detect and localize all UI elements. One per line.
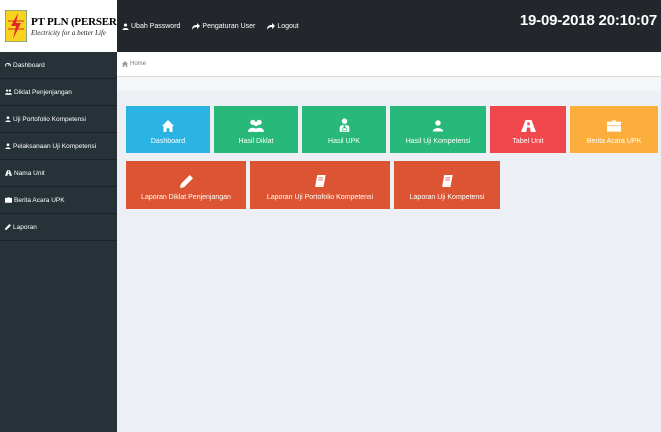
tile-label: Laporan Uji Portofolio Kompetensi bbox=[266, 194, 374, 201]
users-icon bbox=[5, 89, 12, 95]
tile-hasil-upk[interactable]: Hasil UPK bbox=[302, 106, 386, 153]
tile-label: Laporan Uji Kompetensi bbox=[409, 194, 485, 201]
sidebar-item-dashboard[interactable]: Dashboard bbox=[0, 52, 117, 79]
sidebar-item-label: Laporan bbox=[13, 223, 37, 231]
pln-logo-icon bbox=[5, 10, 27, 42]
sidebar-item-label: Nama Unit bbox=[14, 169, 45, 177]
pencil-icon bbox=[5, 224, 11, 230]
dashboard-icon bbox=[5, 62, 11, 67]
sidebar-item-pelaksanaan-uji-kompetensi[interactable]: Pelaksanaan Uji Kompetensi bbox=[0, 133, 117, 160]
tile-laporan-diklat-penjenjangan[interactable]: Laporan Diklat Penjenjangan bbox=[126, 161, 246, 209]
briefcase-icon bbox=[607, 120, 621, 132]
book-icon bbox=[441, 175, 453, 187]
user-icon bbox=[5, 116, 11, 122]
top-navbar: Ubah Password Pengaturan User Logout 19-… bbox=[117, 0, 661, 52]
sidebar-item-berita-acara-upk[interactable]: Berita Acara UPK bbox=[0, 187, 117, 214]
tile-label: Tabel Unit bbox=[512, 138, 544, 145]
sidebar-item-label: Diklat Penjenjangan bbox=[14, 88, 72, 96]
tile-dashboard[interactable]: Dashboard bbox=[126, 106, 210, 153]
breadcrumb: Home bbox=[117, 52, 661, 77]
logout-link[interactable]: Logout bbox=[267, 22, 299, 30]
brand: PT PLN (PERSERO) Electricity for a bette… bbox=[0, 0, 129, 52]
brand-tagline: Electricity for a better Life bbox=[31, 28, 107, 37]
road-icon bbox=[520, 120, 536, 132]
user-tie-icon bbox=[339, 118, 349, 132]
content-header-strip bbox=[117, 77, 661, 91]
sidebar: Dashboard Diklat Penjenjangan Uji Portof… bbox=[0, 52, 117, 432]
sidebar-item-label: Uji Portofolio Kompetensi bbox=[13, 115, 86, 123]
users-icon bbox=[248, 119, 264, 132]
home-icon bbox=[162, 120, 174, 132]
tile-label: Hasil Uji Kompetensi bbox=[405, 138, 471, 145]
brand-name: PT PLN (PERSERO) bbox=[31, 15, 129, 28]
briefcase-icon bbox=[5, 197, 12, 203]
tile-label: Hasil UPK bbox=[328, 138, 360, 145]
change-password-label: Ubah Password bbox=[131, 22, 181, 30]
change-password-link[interactable]: Ubah Password bbox=[122, 23, 180, 30]
sidebar-item-nama-unit[interactable]: Nama Unit bbox=[0, 160, 117, 187]
user-icon bbox=[432, 120, 444, 132]
pencil-icon bbox=[179, 175, 193, 188]
tile-berita-acara-upk[interactable]: Berita Acara UPK bbox=[570, 106, 658, 153]
tile-laporan-uji-portofolio-kompetensi[interactable]: Laporan Uji Portofolio Kompetensi bbox=[250, 161, 390, 209]
share-icon bbox=[192, 22, 201, 30]
road-icon bbox=[5, 170, 12, 176]
logout-label: Logout bbox=[277, 22, 299, 30]
tile-label: Berita Acara UPK bbox=[586, 138, 642, 145]
tile-hasil-uji-kompetensi[interactable]: Hasil Uji Kompetensi bbox=[390, 106, 486, 153]
book-icon bbox=[314, 175, 326, 187]
tile-label: Hasil Diklat bbox=[238, 138, 274, 145]
tile-tabel-unit[interactable]: Tabel Unit bbox=[490, 106, 566, 153]
sidebar-item-uji-portofolio-kompetensi[interactable]: Uji Portofolio Kompetensi bbox=[0, 106, 117, 133]
tile-laporan-uji-kompetensi[interactable]: Laporan Uji Kompetensi bbox=[394, 161, 500, 209]
sidebar-item-diklat-penjenjangan[interactable]: Diklat Penjenjangan bbox=[0, 79, 117, 106]
sidebar-item-laporan[interactable]: Laporan bbox=[0, 214, 117, 241]
datetime-display: 19-09-2018 20:10:07 bbox=[519, 12, 657, 29]
share-icon bbox=[267, 22, 276, 30]
sidebar-item-label: Dashboard bbox=[13, 61, 45, 69]
user-settings-link[interactable]: Pengaturan User bbox=[192, 22, 256, 30]
tile-label: Dashboard bbox=[150, 138, 186, 145]
user-settings-label: Pengaturan User bbox=[202, 22, 256, 30]
breadcrumb-home[interactable]: Home bbox=[130, 61, 146, 67]
user-icon bbox=[122, 22, 129, 30]
user-icon bbox=[5, 143, 11, 149]
sidebar-item-label: Pelaksanaan Uji Kompetensi bbox=[13, 142, 97, 150]
tile-hasil-diklat[interactable]: Hasil Diklat bbox=[214, 106, 298, 153]
sidebar-item-label: Berita Acara UPK bbox=[14, 196, 65, 204]
home-icon bbox=[122, 61, 128, 67]
tile-label: Laporan Diklat Penjenjangan bbox=[141, 194, 231, 201]
